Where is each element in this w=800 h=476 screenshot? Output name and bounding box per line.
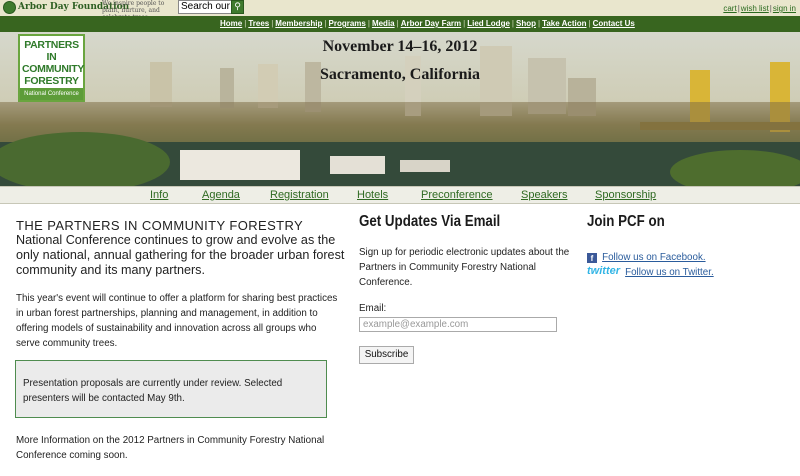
event-date: November 14–16, 2012 [322, 38, 478, 55]
twitter-link[interactable]: Follow us on Twitter. [625, 267, 714, 278]
main-intro: National Conference continues to grow an… [16, 233, 345, 277]
nav-item-contact-us[interactable]: Contact Us [593, 19, 635, 28]
nav-item-lied-lodge[interactable]: Lied Lodge [467, 19, 510, 28]
subnav-speakers[interactable]: Speakers [521, 189, 567, 201]
email-field[interactable]: example@example.com [359, 317, 557, 332]
signin-link[interactable]: sign in [773, 4, 796, 13]
main-nav: Home | Trees | Membership | Programs | Media | Arb… [0, 16, 800, 32]
wishlist-link[interactable]: wish list [741, 4, 769, 13]
subnav-preconference[interactable]: Preconference [421, 189, 493, 201]
subscribe-button[interactable]: Subscribe [359, 346, 414, 364]
event-location: Sacramento, California [320, 66, 480, 83]
subnav-registration[interactable]: Registration [270, 189, 329, 201]
account-links: cart|wish list|sign in [723, 4, 796, 13]
badge-title: PARTNERS IN COMMUNITY FORESTRY [22, 39, 85, 87]
join-heading: Join PCF on [587, 213, 665, 230]
nav-item-membership[interactable]: Membership [275, 19, 322, 28]
search-input[interactable]: Search our [178, 0, 232, 14]
more-info-text: More Information on the 2012 Partners in… [16, 435, 325, 461]
nav-item-trees[interactable]: Trees [248, 19, 269, 28]
conference-subnav: Info Agenda Registration Hotels Preconfe… [0, 186, 800, 204]
subnav-info[interactable]: Info [150, 189, 168, 201]
main-body-text: This year's event will continue to offer… [16, 293, 338, 349]
search-icon: ⚲ [234, 2, 241, 12]
nav-item-programs[interactable]: Programs [329, 19, 366, 28]
conference-banner: PARTNERS IN COMMUNITY FORESTRY National … [0, 32, 800, 186]
notice-box: Presentation proposals are currently und… [15, 360, 327, 418]
badge-subtitle: National Conference [20, 88, 83, 100]
subnav-agenda[interactable]: Agenda [202, 189, 240, 201]
email-label: Email: [359, 303, 387, 314]
nav-item-arbor-day-farm[interactable]: Arbor Day Farm [401, 19, 461, 28]
main-nav-links: Home | Trees | Membership | Programs | Media | Arb… [220, 19, 635, 28]
top-utility-bar: Arbor Day Foundation We inspire people t… [0, 0, 800, 21]
tree-icon[interactable] [3, 1, 16, 14]
nav-item-shop[interactable]: Shop [516, 19, 536, 28]
nav-item-take-action[interactable]: Take Action [542, 19, 586, 28]
updates-description: Sign up for periodic electronic updates … [359, 247, 570, 288]
cart-link[interactable]: cart [723, 4, 736, 13]
pcf-logo-badge[interactable]: PARTNERS IN COMMUNITY FORESTRY National … [18, 34, 85, 102]
subnav-hotels[interactable]: Hotels [357, 189, 388, 201]
twitter-logo-icon[interactable]: twitter [587, 265, 620, 277]
subnav-sponsorship[interactable]: Sponsorship [595, 189, 656, 201]
main-heading: THE PARTNERS IN COMMUNITY FORESTRY [16, 218, 304, 233]
nav-item-media[interactable]: Media [372, 19, 395, 28]
notice-text: Presentation proposals are currently und… [23, 378, 283, 404]
search-button[interactable]: ⚲ [231, 0, 244, 14]
nav-item-home[interactable]: Home [220, 19, 242, 28]
updates-heading: Get Updates Via Email [359, 213, 501, 230]
twitter-row: twitter Follow us on Twitter. [587, 260, 714, 279]
